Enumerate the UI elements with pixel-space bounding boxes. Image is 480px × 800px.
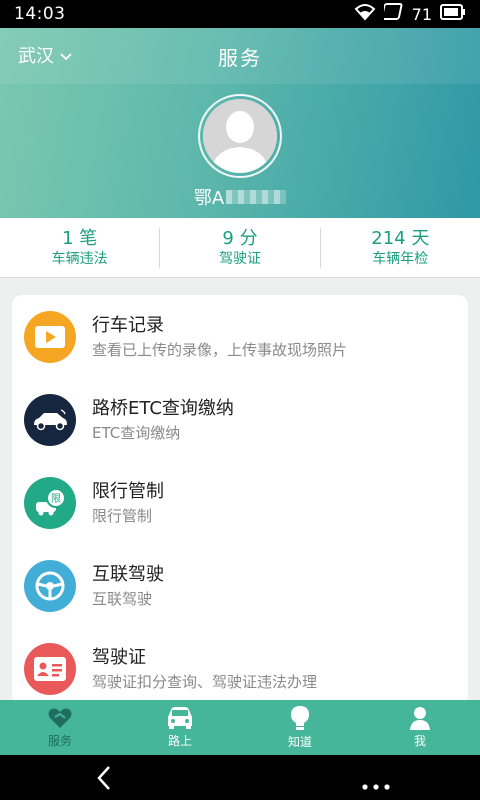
stat-label: 驾驶证 xyxy=(218,250,261,267)
list-item-driver-license[interactable]: 驾驶证 驾驶证扣分查询、驾驶证违法办理 xyxy=(12,627,468,705)
battery-level: 71 xyxy=(411,4,432,24)
stat-violations[interactable]: 1 笔 车辆违法 xyxy=(0,228,159,268)
tab-me[interactable]: 我 xyxy=(360,700,480,755)
steering-wheel-icon xyxy=(24,559,76,612)
city-label: 武汉 xyxy=(18,46,54,67)
page-title: 服务 xyxy=(218,45,262,70)
stat-label: 车辆违法 xyxy=(51,250,108,267)
item-subtitle: 互联驾驶 xyxy=(92,589,153,608)
item-title: 驾驶证 xyxy=(92,646,146,668)
video-icon xyxy=(24,310,76,363)
handshake-icon xyxy=(48,708,72,728)
tab-label: 路上 xyxy=(167,734,192,748)
back-icon[interactable] xyxy=(96,765,112,795)
tab-road[interactable]: 路上 xyxy=(120,700,240,755)
list-item-etc[interactable]: 路桥ETC查询缴纳 ETC查询缴纳 xyxy=(12,378,468,461)
item-subtitle: ETC查询缴纳 xyxy=(92,423,181,442)
car-etc-icon xyxy=(24,393,76,446)
item-title: 互联驾驶 xyxy=(92,563,164,585)
item-subtitle: 驾驶证扣分查询、驾驶证违法办理 xyxy=(92,672,318,691)
service-list: 行车记录 查看已上传的录像，上传事故现场照片 路桥ETC查询缴纳 ETC查询缴纳… xyxy=(12,295,468,705)
tab-service[interactable]: 服务 xyxy=(0,700,120,755)
tab-know[interactable]: 知道 xyxy=(240,700,360,755)
item-subtitle: 查看已上传的录像，上传事故现场照片 xyxy=(92,340,348,359)
person-icon xyxy=(410,707,430,730)
signal-icon xyxy=(380,2,404,26)
status-time: 14:03 xyxy=(14,4,66,24)
city-selector[interactable]: 武汉 xyxy=(18,42,72,68)
bottom-nav: 服务 路上 知道 我 xyxy=(0,700,480,755)
plate-prefix: 鄂A xyxy=(193,188,225,209)
stats-bar: 1 笔 车辆违法 9 分 驾驶证 214 天 车辆年检 xyxy=(0,218,480,278)
stat-license-points[interactable]: 9 分 驾驶证 xyxy=(159,227,319,268)
status-bar: 14:03 71 xyxy=(0,0,480,28)
list-item-restriction[interactable]: 限 限行管制 限行管制 xyxy=(12,461,468,544)
svg-text:限: 限 xyxy=(51,493,61,505)
license-plate: 鄂A xyxy=(0,184,480,210)
stat-value: 214 天 xyxy=(371,227,430,249)
stat-value: 9 分 xyxy=(222,227,258,249)
tab-label: 知道 xyxy=(287,735,312,749)
more-icon[interactable] xyxy=(362,775,390,794)
wifi-icon xyxy=(354,3,376,26)
license-icon xyxy=(24,642,76,695)
stat-label: 车辆年检 xyxy=(372,250,429,267)
top-bar: 武汉 服务 xyxy=(0,28,480,84)
item-title: 限行管制 xyxy=(92,480,164,502)
system-nav-bar xyxy=(0,755,480,800)
bulb-icon xyxy=(291,706,309,730)
tab-label: 服务 xyxy=(47,734,72,748)
list-item-connected-driving[interactable]: 互联驾驶 互联驾驶 xyxy=(12,544,468,627)
stat-inspection[interactable]: 214 天 车辆年检 xyxy=(319,227,480,268)
stat-value: 1 笔 xyxy=(62,227,98,249)
battery-icon xyxy=(440,3,466,25)
default-avatar-icon xyxy=(203,99,277,173)
item-subtitle: 限行管制 xyxy=(92,506,153,525)
car-icon xyxy=(168,707,192,729)
plate-mask xyxy=(226,190,287,204)
item-title: 路桥ETC查询缴纳 xyxy=(92,397,234,419)
list-item-driving-record[interactable]: 行车记录 查看已上传的录像，上传事故现场照片 xyxy=(12,295,468,378)
item-title: 行车记录 xyxy=(92,314,164,336)
avatar[interactable] xyxy=(198,94,282,178)
chevron-down-icon xyxy=(60,45,72,66)
tab-label: 我 xyxy=(413,734,426,748)
profile-header: 武汉 服务 鄂A xyxy=(0,28,480,218)
restriction-icon: 限 xyxy=(24,476,76,529)
